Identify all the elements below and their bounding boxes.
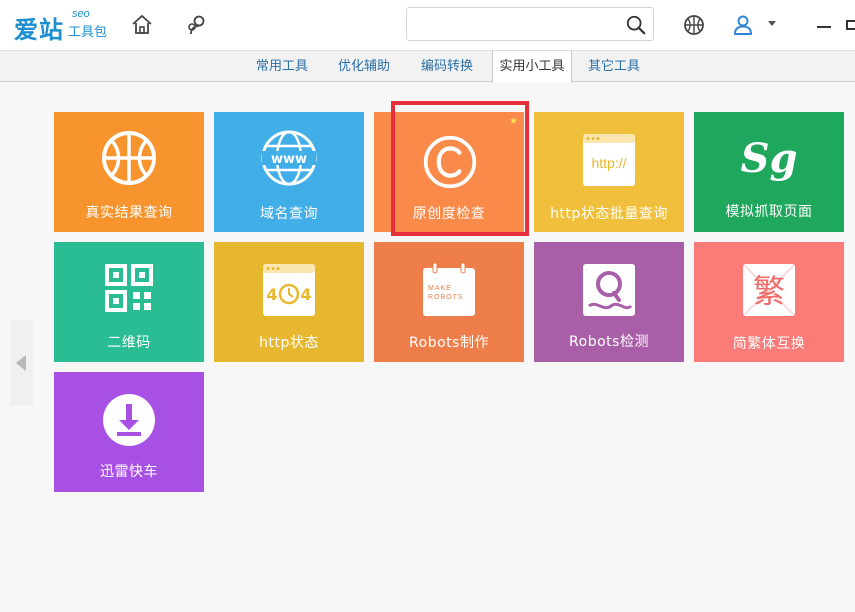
404-clock-icon: 4 4: [263, 264, 315, 316]
robots-check-icon: [583, 264, 635, 316]
tile-thunder-download[interactable]: 迅雷快车: [54, 372, 204, 492]
tile-label: 简繁体互换: [732, 336, 806, 352]
copyright-icon: [423, 135, 477, 189]
http-icon-text: http://: [591, 155, 626, 171]
tile-simplified-traditional[interactable]: 繁 简繁体互换: [694, 242, 844, 362]
search-box[interactable]: [406, 7, 654, 41]
tile-label: 域名查询: [260, 206, 318, 222]
tile-real-results[interactable]: 真实结果查询: [54, 112, 204, 232]
users-swap-icon[interactable]: [185, 13, 209, 37]
svg-text:MAKE: MAKE: [428, 285, 452, 292]
star-badge-icon: ★: [509, 116, 518, 127]
logo-sub-text: 工具包: [68, 25, 108, 40]
user-icon[interactable]: [731, 13, 755, 37]
svg-text:www: www: [271, 152, 307, 167]
tile-simulate-crawl[interactable]: Sg 模拟抓取页面: [694, 112, 844, 232]
tile-http-status[interactable]: 4 4 http状态: [214, 242, 364, 362]
svg-text:ROBOTS: ROBOTS: [428, 294, 464, 301]
tile-label: 真实结果查询: [85, 205, 173, 221]
browser-http-icon: http://: [583, 134, 635, 186]
tile-http-batch[interactable]: http:// http状态批量查询: [534, 112, 684, 232]
logo-main-text: 爱站: [14, 15, 64, 44]
svg-text:4: 4: [300, 285, 311, 304]
sg-icon-text: Sg: [741, 135, 798, 182]
tab-utilities[interactable]: 实用小工具: [492, 51, 572, 83]
scroll-left-button[interactable]: [11, 320, 33, 406]
tile-label: Robots制作: [409, 335, 489, 351]
tile-originality-check[interactable]: ★ 原创度检查: [374, 112, 524, 232]
make-robots-icon: MAKE ROBOTS: [423, 262, 475, 316]
tile-domain-query[interactable]: www 域名查询: [214, 112, 364, 232]
traditional-icon-text: 繁: [753, 272, 785, 310]
user-dropdown-chevron-icon[interactable]: [768, 21, 776, 26]
tab-encoding[interactable]: 编码转换: [413, 51, 481, 82]
tile-robots-make[interactable]: MAKE ROBOTS Robots制作: [374, 242, 524, 362]
tile-label: http状态: [259, 335, 319, 351]
tile-qr-code[interactable]: 二维码: [54, 242, 204, 362]
basketball-settings-icon[interactable]: [682, 13, 706, 37]
basketball-icon: [102, 131, 156, 185]
tile-robots-check[interactable]: Robots检测: [534, 242, 684, 362]
tile-label: 二维码: [107, 335, 151, 351]
home-icon[interactable]: [130, 13, 154, 37]
maximize-icon[interactable]: [846, 20, 855, 30]
logo-seo-text: seo: [72, 8, 90, 20]
tile-label: Robots检测: [569, 334, 649, 350]
tab-common-tools[interactable]: 常用工具: [248, 51, 316, 82]
tile-label: http状态批量查询: [550, 206, 668, 222]
svg-text:4: 4: [266, 285, 277, 304]
tile-label: 原创度检查: [412, 206, 486, 222]
category-tabs: 常用工具 优化辅助 编码转换 实用小工具 其它工具: [0, 50, 855, 83]
sg-logo-icon: Sg: [741, 135, 798, 182]
www-globe-icon: www: [261, 130, 317, 186]
arrow-left-icon: [16, 355, 26, 371]
search-input[interactable]: [415, 9, 629, 41]
tab-other-tools[interactable]: 其它工具: [580, 51, 648, 82]
minimize-icon[interactable]: [817, 26, 831, 28]
qr-code-icon: [105, 264, 153, 312]
search-icon[interactable]: [625, 14, 647, 36]
tab-optimization[interactable]: 优化辅助: [330, 51, 398, 82]
traditional-char-icon: 繁: [743, 264, 795, 316]
tile-label: 模拟抓取页面: [725, 204, 813, 220]
header-bar: 爱站 seo 工具包: [0, 0, 855, 50]
tile-label: 迅雷快车: [100, 464, 158, 480]
download-icon: [103, 394, 155, 446]
